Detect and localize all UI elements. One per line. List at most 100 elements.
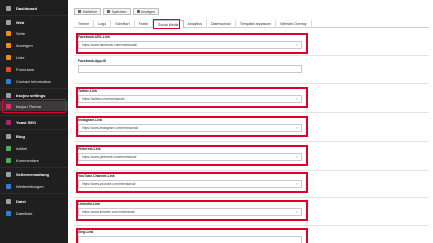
facebook-url-field: Facebook-URL-Link https://www.facebook.c… [78,35,308,49]
view-icon [136,10,140,13]
filelist-icon [6,210,11,216]
page-icon [6,30,11,36]
youtube-channel-link-field: YouTube-Channel-Link https://www.youtube… [78,174,308,188]
sidebar-item-label: Kommentare [16,157,39,163]
facebook-app-id-input[interactable] [78,65,302,73]
sidebar: Dashboard Web Seite Anzeigen Liste Formu… [0,0,68,243]
input-value: https://www.pinterest.com/meinkanal/ [82,155,137,159]
divider [74,83,429,84]
sidebar-item-contact-information[interactable]: Contact Information [0,76,68,86]
input-value: https://www.instagram.com/meinkanal/ [82,126,139,130]
twitter-link-input[interactable]: https://twitter.com/meinkanal/ × [78,95,302,103]
comments-icon [6,157,11,163]
sidebar-item-kommentare[interactable]: Kommentare [0,155,68,165]
sidebar-item-formulare[interactable]: Formulare [0,64,68,74]
input-value: https://www.linkedin.com/meinkanal/ [82,210,135,214]
sidebar-item-label: Weiterleitungen [16,183,44,189]
divider [0,193,68,194]
blog-icon [6,133,11,139]
linkedin-link-field: LinkedIn-Link https://www.linkedin.com/m… [78,202,308,216]
clear-icon[interactable]: × [296,125,298,132]
web-icon [6,19,11,25]
divider [0,115,68,116]
divider [0,15,68,16]
clear-icon[interactable]: × [296,181,298,188]
field-label: Facebook-App-ID [78,59,107,63]
sidebar-item-label: Contact Information [16,78,51,84]
divider [74,112,429,113]
field-label: Pinterest-Link [78,147,101,151]
input-value: https://www.youtube.com/meinkanal/ [82,182,136,186]
view-button[interactable]: Anzeigen [132,8,159,15]
save-button[interactable]: Speichern [103,8,131,15]
sidebar-item-weiterleitungen[interactable]: Weiterleitungen [0,181,68,191]
sidebar-item-seitenverwaltung[interactable]: Seitenverwaltung [0,169,68,179]
view-icon [6,42,11,48]
sidebar-item-dateiliste[interactable]: Dateiliste [0,208,68,218]
sidebar-item-label: Dateiliste [16,210,33,216]
clear-icon[interactable]: × [296,96,298,103]
divider [74,141,429,142]
clear-icon[interactable]: × [296,42,298,49]
sidebar-item-label: Dashboard [16,5,37,11]
sidebar-item-dashboard[interactable]: Dashboard [0,3,68,13]
close-button[interactable]: Schließen [74,8,102,15]
settings-icon [6,92,11,98]
sidebar-item-label: Seite [16,30,26,36]
sidebar-item-label: Datei [16,198,26,204]
divider [74,197,429,198]
sidebar-item-label: Seitenverwaltung [16,171,50,177]
tab-theme[interactable]: Theme [74,20,95,28]
sidebar-item-yoast-seo[interactable]: Yoast SEO [0,117,68,127]
field-label: Twitter-Link [78,89,97,93]
instagram-link-field: Instagram-Link https://www.instagram.com… [78,118,308,132]
close-icon [78,10,81,13]
article-icon [6,145,11,151]
sidebar-item-label: Liste [16,54,25,60]
sidebar-item-web[interactable]: Web [0,17,68,27]
field-label: Xing-Link [78,230,94,234]
sidebar-item-label: Formulare [16,66,35,72]
save-icon [107,10,111,13]
sidebar-item-seite[interactable]: Seite [0,28,68,38]
highlight-box [2,99,66,113]
clear-icon[interactable]: × [296,209,298,216]
sidebar-item-liste[interactable]: Liste [0,52,68,62]
pinterest-link-input[interactable]: https://www.pinterest.com/meinkanal/ × [78,153,302,161]
tab-template-anpassen[interactable]: Template anpassen [236,20,277,28]
divider [0,167,68,168]
yoast-icon [6,119,11,125]
tab-farbe[interactable]: Farbe [135,20,153,28]
redirect-icon [6,183,11,189]
list-icon [6,54,11,60]
youtube-channel-link-input[interactable]: https://www.youtube.com/meinkanal/ × [78,180,302,188]
highlight-box [153,19,180,29]
main-content: Schließen Speichern Anzeigen Theme Logo … [70,0,433,243]
contact-icon [6,78,11,84]
linkedin-link-input[interactable]: https://www.linkedin.com/meinkanal/ × [78,208,302,216]
facebook-url-input[interactable]: https://www.facebook.com/meinkanal/ × [78,41,302,49]
tab-website-overlay[interactable]: Website-Overlay [276,20,312,28]
sidebar-item-artikel[interactable]: Artikel [0,143,68,153]
sidebar-item-datei[interactable]: Datei [0,196,68,206]
instagram-link-input[interactable]: https://www.instagram.com/meinkanal/ × [78,124,302,132]
tab-schriftart[interactable]: Schriftart [111,20,135,28]
field-label: Instagram-Link [78,118,103,122]
view-button-label: Anzeigen [141,9,155,14]
input-value: https://www.facebook.com/meinkanal/ [82,43,138,47]
clear-icon[interactable]: × [296,154,298,161]
dashboard-icon [6,5,11,11]
xing-link-input[interactable] [78,236,302,243]
pinterest-link-field: Pinterest-Link https://www.pinterest.com… [78,147,308,161]
sidebar-item-anzeigen[interactable]: Anzeigen [0,40,68,50]
facebook-app-id-field: Facebook-App-ID [78,59,308,73]
forms-icon [6,66,11,72]
tab-analytics[interactable]: Analytics [184,20,207,28]
divider [0,88,68,89]
tab-logo[interactable]: Logo [94,20,112,28]
sidebar-item-label: bscjou settings [16,92,46,98]
xing-link-field: Xing-Link [78,230,308,243]
sidebar-item-blog[interactable]: Blog [0,131,68,141]
tab-datenschutz[interactable]: Datenschutz [207,20,236,28]
field-label: YouTube-Channel-Link [78,174,115,178]
